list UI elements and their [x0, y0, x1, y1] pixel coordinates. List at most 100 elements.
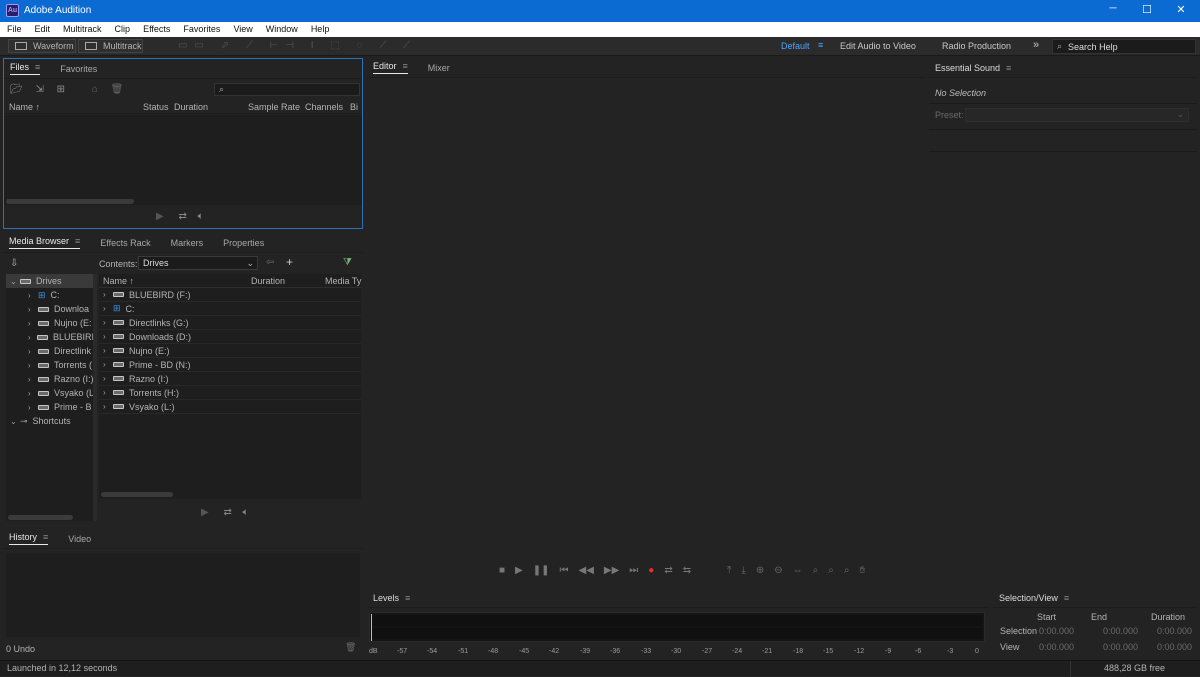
panel-menu-icon[interactable]: ≡ [43, 532, 48, 542]
tab-history[interactable]: History ≡ [9, 532, 49, 545]
chevron-right-icon[interactable]: › [28, 389, 38, 398]
menu-favorites[interactable]: Favorites [183, 24, 220, 34]
fast-forward-icon[interactable]: ▶▶ [604, 565, 619, 576]
chevron-right-icon[interactable]: › [28, 375, 38, 384]
menu-effects[interactable]: Effects [143, 24, 170, 34]
col-duration[interactable]: Duration [174, 102, 208, 112]
waveform-area[interactable] [367, 79, 925, 563]
panel-menu-icon[interactable]: ≡ [1006, 63, 1011, 73]
col-status[interactable]: Status [143, 102, 169, 112]
pause-icon[interactable]: ❚❚ [533, 565, 550, 576]
zoom-selection-icon[interactable]: ⌕ [844, 565, 850, 576]
play-icon[interactable]: ▶ [156, 211, 164, 222]
tab-favorites[interactable]: Favorites [60, 64, 97, 74]
chevron-right-icon[interactable]: › [28, 347, 38, 356]
zoom-full-icon[interactable]: ⇔ [793, 565, 803, 576]
list-scrollbar[interactable] [101, 492, 173, 497]
menu-file[interactable]: File [7, 24, 22, 34]
col-bit[interactable]: Bi [350, 102, 358, 112]
chevron-right-icon[interactable]: › [103, 332, 113, 341]
add-icon[interactable]: + [286, 255, 293, 269]
add-shortcut-icon[interactable]: ⇩ [10, 258, 18, 269]
list-item[interactable]: › Nujno (E:) [99, 344, 361, 358]
filter-icon[interactable]: ⧩ [343, 257, 352, 268]
loop-icon[interactable]: ⇄ [223, 507, 231, 518]
play-icon[interactable]: ▶ [515, 565, 523, 576]
view-duration-field[interactable]: 0:00.000 [1157, 642, 1192, 652]
chevron-right-icon[interactable]: › [103, 402, 113, 411]
panel-menu-icon[interactable]: ≡ [403, 61, 408, 71]
tree-item[interactable]: › Vsyako (L [6, 386, 94, 400]
waveform-button[interactable]: Waveform [8, 39, 76, 53]
list-item[interactable]: › Vsyako (L:) [99, 400, 361, 414]
zoom-in-point-icon[interactable]: ⌕ [813, 565, 819, 576]
panel-menu-icon[interactable]: ≡ [35, 62, 40, 72]
tree-splitter[interactable] [93, 274, 97, 521]
tree-item[interactable]: › Torrents ( [6, 358, 94, 372]
chevron-down-icon[interactable]: ⌄ [10, 417, 20, 426]
files-search-input[interactable]: ⌕ [214, 83, 360, 96]
workspace-radio-production[interactable]: Radio Production [942, 41, 1011, 51]
tree-item[interactable]: › Razno (I:) [6, 372, 94, 386]
list-item[interactable]: › Razno (I:) [99, 372, 361, 386]
chevron-right-icon[interactable]: › [103, 388, 113, 397]
col-name[interactable]: Name ↑ [9, 102, 40, 112]
chevron-right-icon[interactable]: › [103, 374, 113, 383]
panel-menu-icon[interactable]: ≡ [75, 236, 80, 246]
rewind-icon[interactable]: ◀◀ [579, 565, 594, 576]
more-workspaces-button[interactable]: » [1033, 39, 1039, 51]
workspace-default[interactable]: Default [781, 41, 810, 51]
zoom-in-icon[interactable]: ⊕ [756, 565, 764, 576]
chevron-right-icon[interactable]: › [103, 318, 113, 327]
menu-window[interactable]: Window [266, 24, 298, 34]
view-end-field[interactable]: 0:00.000 [1103, 642, 1138, 652]
menu-clip[interactable]: Clip [115, 24, 131, 34]
trash-icon[interactable]: 🗑︎ [345, 642, 356, 653]
speaker-icon[interactable]: 🔈︎ [243, 507, 249, 518]
list-item[interactable]: › Torrents (H:) [99, 386, 361, 400]
view-start-field[interactable]: 0:00.000 [1039, 642, 1074, 652]
tree-item[interactable]: › ⊞ C: [6, 288, 94, 302]
chevron-right-icon[interactable]: › [103, 346, 113, 355]
tab-editor[interactable]: Editor ≡ [373, 61, 408, 74]
open-file-icon[interactable]: 📂︎ [10, 84, 23, 95]
loop-icon[interactable]: ⇄ [664, 565, 672, 576]
tree-scrollbar[interactable] [8, 515, 73, 520]
levels-title[interactable]: Levels ≡ [373, 593, 410, 603]
chevron-right-icon[interactable]: › [28, 361, 38, 370]
hand-icon[interactable]: ✋︎ [859, 565, 865, 576]
search-help-field[interactable]: ⌕ Search Help [1052, 39, 1196, 54]
list-item[interactable]: › Prime - BD (N:) [99, 358, 361, 372]
selection-duration-field[interactable]: 0:00.000 [1157, 626, 1192, 636]
zoom-amplitude-in-icon[interactable]: ⤒ [727, 565, 731, 576]
tab-markers[interactable]: Markers [171, 238, 204, 248]
col-media-type[interactable]: Media Ty [325, 276, 361, 286]
menu-help[interactable]: Help [311, 24, 330, 34]
tab-video[interactable]: Video [68, 534, 91, 544]
chevron-right-icon[interactable]: › [28, 305, 38, 314]
tab-effects-rack[interactable]: Effects Rack [100, 238, 150, 248]
minimize-button[interactable]: ─ [1100, 3, 1126, 14]
workspace-menu-icon[interactable]: ≡ [818, 40, 823, 50]
record-icon[interactable]: ● [648, 565, 654, 576]
delete-icon[interactable]: 🗑︎ [111, 84, 124, 95]
tree-item[interactable]: › Prime - B [6, 400, 94, 414]
history-list[interactable] [6, 553, 360, 637]
col-duration[interactable]: Duration [251, 276, 285, 286]
selection-start-field[interactable]: 0:00.000 [1039, 626, 1074, 636]
stop-icon[interactable]: ■ [499, 565, 505, 576]
tab-properties[interactable]: Properties [223, 238, 264, 248]
panel-menu-icon[interactable]: ≡ [405, 593, 410, 603]
multitrack-button[interactable]: Multitrack [78, 39, 143, 53]
list-item[interactable]: › BLUEBIRD (F:) [99, 288, 361, 302]
chevron-right-icon[interactable]: › [103, 290, 113, 299]
tree-item[interactable]: › Downloa [6, 302, 94, 316]
maximize-button[interactable]: ☐ [1134, 3, 1160, 16]
tab-files[interactable]: Files ≡ [10, 62, 41, 75]
tab-mixer[interactable]: Mixer [428, 63, 450, 73]
selection-view-title[interactable]: Selection/View ≡ [999, 593, 1069, 603]
speaker-icon[interactable]: 🔈︎ [198, 211, 204, 222]
list-item[interactable]: › Downloads (D:) [99, 330, 361, 344]
workspace-edit-audio-to-video[interactable]: Edit Audio to Video [840, 41, 916, 51]
col-channels[interactable]: Channels [305, 102, 343, 112]
